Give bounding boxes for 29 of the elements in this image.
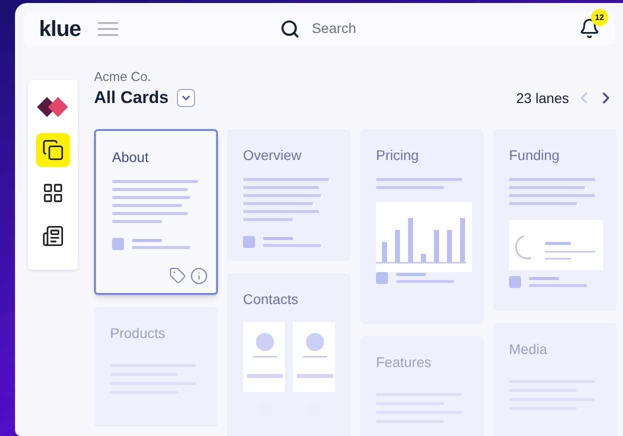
notification-badge: 12: [591, 9, 608, 26]
card[interactable]: About: [94, 128, 218, 294]
search-field[interactable]: Search: [312, 18, 512, 39]
bell-icon[interactable]: [579, 18, 600, 39]
lane-count: 23 lanes: [516, 88, 569, 108]
card-title: Pricing: [376, 146, 420, 165]
card-title: Contacts: [243, 290, 300, 308]
search-icon[interactable]: [280, 18, 300, 38]
diamond-logo-icon[interactable]: [37, 97, 69, 117]
company-name: Acme Co.: [94, 69, 152, 85]
card[interactable]: Products: [94, 306, 218, 426]
info-icon[interactable]: [190, 266, 208, 284]
card[interactable]: Features: [360, 336, 484, 436]
card[interactable]: Contacts: [227, 272, 351, 436]
dropdown-button[interactable]: [176, 88, 195, 107]
card-title: Overview: [243, 146, 302, 164]
card-title: Funding: [509, 146, 561, 165]
card[interactable]: Pricing: [360, 128, 484, 324]
card[interactable]: Overview: [227, 128, 351, 260]
card-title: About: [112, 148, 150, 166]
card-title: Features: [376, 352, 432, 372]
cards-icon[interactable]: [36, 133, 70, 167]
card-title: Products: [110, 324, 166, 342]
card-title: Media: [509, 340, 548, 358]
card[interactable]: Funding: [493, 128, 617, 310]
board-title: All Cards: [94, 87, 169, 109]
klue-logo[interactable]: klue: [39, 12, 81, 45]
tag-icon[interactable]: [169, 266, 186, 284]
card[interactable]: Media: [493, 322, 617, 436]
